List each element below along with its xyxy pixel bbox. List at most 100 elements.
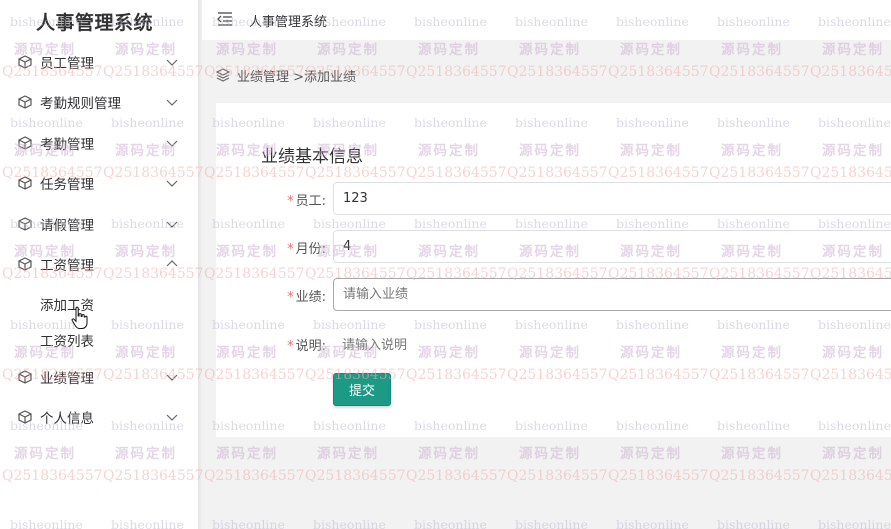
- cube-icon: [18, 136, 32, 150]
- form-label: * 员工:: [287, 190, 326, 209]
- form-row-employee: * 员工:: [216, 182, 891, 216]
- sidebar: 人事管理系统 员工管理 考勤规则管理 考勤管理 任务管理 请假管理 工资管理 添…: [0, 0, 198, 529]
- sidebar-item-label: 请假管理: [40, 218, 94, 234]
- watermark-text: bisheonline: [313, 517, 386, 529]
- employee-input[interactable]: [333, 182, 891, 215]
- watermark-text: Q2518364557: [608, 468, 709, 484]
- top-header: 人事管理系统: [202, 0, 891, 40]
- watermark-text: 源码定制: [519, 42, 581, 58]
- watermark-text: bisheonline: [818, 517, 891, 529]
- watermark-text: 源码定制: [317, 446, 379, 462]
- sidebar-item-attendance-rules[interactable]: 考勤规则管理: [0, 82, 198, 122]
- cube-icon: [18, 217, 32, 231]
- watermark-text: Q2518364557: [709, 64, 810, 80]
- watermark-text: Q2518364557: [810, 468, 891, 484]
- cube-icon: [18, 370, 32, 384]
- breadcrumb-text: 业绩管理 >添加业绩: [237, 69, 357, 85]
- sidebar-item-label: 业绩管理: [40, 371, 94, 387]
- watermark-text: 源码定制: [822, 446, 884, 462]
- cube-icon: [18, 55, 32, 69]
- cube-icon: [18, 257, 32, 271]
- chevron-down-icon: [166, 140, 178, 147]
- sidebar-subitem-salary-list[interactable]: 工资列表: [0, 322, 198, 358]
- breadcrumb: 业绩管理 >添加业绩: [216, 66, 357, 85]
- sidebar-subitem-add-salary[interactable]: 添加工资: [0, 286, 198, 322]
- layers-icon: [216, 68, 230, 82]
- watermark-text: 源码定制: [418, 42, 480, 58]
- chevron-down-icon: [166, 221, 178, 228]
- sidebar-item-label: 任务管理: [40, 177, 94, 193]
- watermark-text: bisheonline: [616, 517, 689, 529]
- sidebar-item-tasks[interactable]: 任务管理: [0, 163, 198, 203]
- description-input[interactable]: [333, 331, 891, 359]
- watermark-text: Q2518364557: [608, 64, 709, 80]
- form-label-text: 说明:: [295, 339, 326, 354]
- form-row-description: * 说明:: [216, 331, 891, 365]
- cube-icon: [18, 410, 32, 424]
- form-label: * 说明:: [287, 335, 326, 354]
- submit-button[interactable]: 提交: [333, 373, 391, 406]
- form-label-text: 员工:: [295, 194, 326, 209]
- sidebar-item-leave[interactable]: 请假管理: [0, 204, 198, 244]
- watermark-text: bisheonline: [515, 517, 588, 529]
- form-label: * 业绩:: [287, 286, 326, 305]
- sidebar-item-salary[interactable]: 工资管理: [0, 244, 198, 284]
- watermark-text: Q2518364557: [507, 64, 608, 80]
- form-label-text: 业绩:: [295, 290, 326, 305]
- watermark-text: 源码定制: [822, 42, 884, 58]
- watermark-text: Q2518364557: [810, 64, 891, 80]
- required-mark: *: [287, 339, 294, 354]
- header-title: 人事管理系统: [249, 15, 328, 30]
- watermark-text: 源码定制: [418, 446, 480, 462]
- watermark-text: bisheonline: [414, 517, 487, 529]
- form-title: 业绩基本信息: [261, 147, 363, 167]
- sidebar-subitem-label: 工资列表: [40, 334, 94, 350]
- form-row-month: * 月份:: [216, 230, 891, 264]
- app-title: 人事管理系统: [36, 12, 154, 34]
- chevron-down-icon: [166, 180, 178, 187]
- watermark-text: 源码定制: [620, 42, 682, 58]
- performance-input[interactable]: [333, 278, 891, 311]
- chevron-down-icon: [166, 59, 178, 66]
- sidebar-item-employee[interactable]: 员工管理: [0, 42, 198, 82]
- watermark-text: 源码定制: [620, 446, 682, 462]
- cube-icon: [18, 176, 32, 190]
- sidebar-item-label: 个人信息: [40, 411, 94, 427]
- sidebar-item-label: 考勤管理: [40, 137, 94, 153]
- watermark-text: 源码定制: [216, 42, 278, 58]
- sidebar-item-performance[interactable]: 业绩管理: [0, 357, 198, 397]
- watermark-text: Q2518364557: [507, 468, 608, 484]
- sidebar-item-label: 考勤规则管理: [40, 96, 121, 112]
- sidebar-item-attendance[interactable]: 考勤管理: [0, 123, 198, 163]
- sidebar-item-label: 工资管理: [40, 258, 94, 274]
- watermark-text: 源码定制: [317, 42, 379, 58]
- watermark-text: 源码定制: [721, 446, 783, 462]
- month-input[interactable]: [333, 230, 891, 263]
- chevron-down-icon: [166, 374, 178, 381]
- watermark-text: 源码定制: [721, 42, 783, 58]
- hand-pointer-icon: [71, 306, 88, 329]
- watermark-text: Q2518364557: [406, 468, 507, 484]
- sidebar-shadow: [198, 0, 202, 529]
- watermark-text: Q2518364557: [406, 64, 507, 80]
- watermark-text: 源码定制: [519, 446, 581, 462]
- required-mark: *: [287, 290, 294, 305]
- menu-fold-icon[interactable]: [217, 12, 233, 26]
- chevron-up-icon: [166, 260, 178, 267]
- chevron-down-icon: [166, 414, 178, 421]
- watermark-text: bisheonline: [717, 517, 790, 529]
- required-mark: *: [287, 194, 294, 209]
- watermark-text: bisheonline: [212, 517, 285, 529]
- form-label: * 月份:: [287, 238, 326, 257]
- form-card: 业绩基本信息 *员工: *月份: *业绩: *说明: 提交: [216, 103, 891, 437]
- watermark-text: Q2518364557: [305, 468, 406, 484]
- form-row-performance: * 业绩:: [216, 278, 891, 312]
- required-mark: *: [287, 242, 294, 257]
- watermark-text: 源码定制: [216, 446, 278, 462]
- form-label-text: 月份:: [295, 242, 326, 257]
- watermark-text: Q2518364557: [709, 468, 810, 484]
- chevron-down-icon: [166, 99, 178, 106]
- sidebar-item-profile[interactable]: 个人信息: [0, 397, 198, 437]
- cube-icon: [18, 95, 32, 109]
- watermark-text: Q2518364557: [204, 468, 305, 484]
